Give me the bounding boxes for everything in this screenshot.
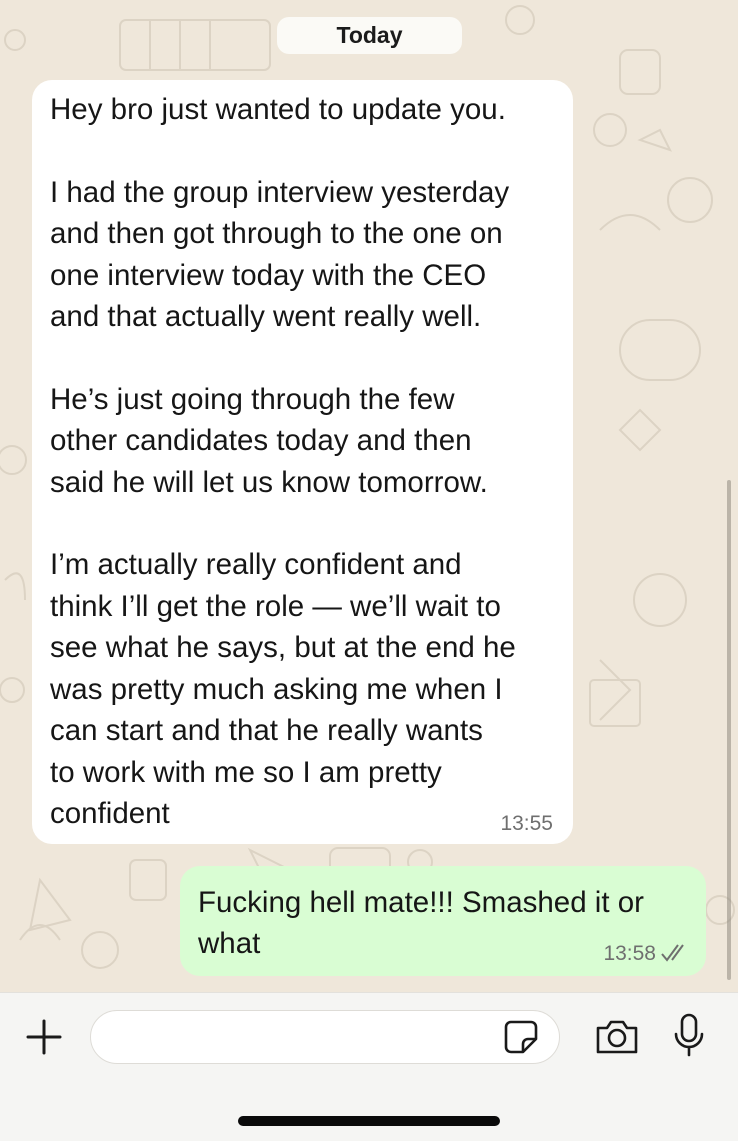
home-indicator <box>238 1116 500 1126</box>
sticker-icon[interactable] <box>503 1019 539 1055</box>
scrollbar[interactable] <box>727 480 731 980</box>
camera-icon[interactable] <box>594 1016 640 1056</box>
message-input[interactable] <box>90 1010 560 1064</box>
microphone-icon[interactable] <box>672 1012 706 1058</box>
double-check-icon <box>661 944 684 962</box>
date-separator: Today <box>277 17 462 54</box>
message-text: Hey bro just wanted to update you. I had… <box>50 93 516 830</box>
incoming-message-bubble[interactable]: Hey bro just wanted to update you. I had… <box>32 80 573 844</box>
message-timestamp: 13:58 <box>603 942 656 965</box>
plus-icon[interactable] <box>24 1017 64 1057</box>
message-timestamp: 13:55 <box>500 812 553 835</box>
outgoing-message-bubble[interactable]: Fucking hell mate!!! Smashed it or what … <box>180 866 706 976</box>
